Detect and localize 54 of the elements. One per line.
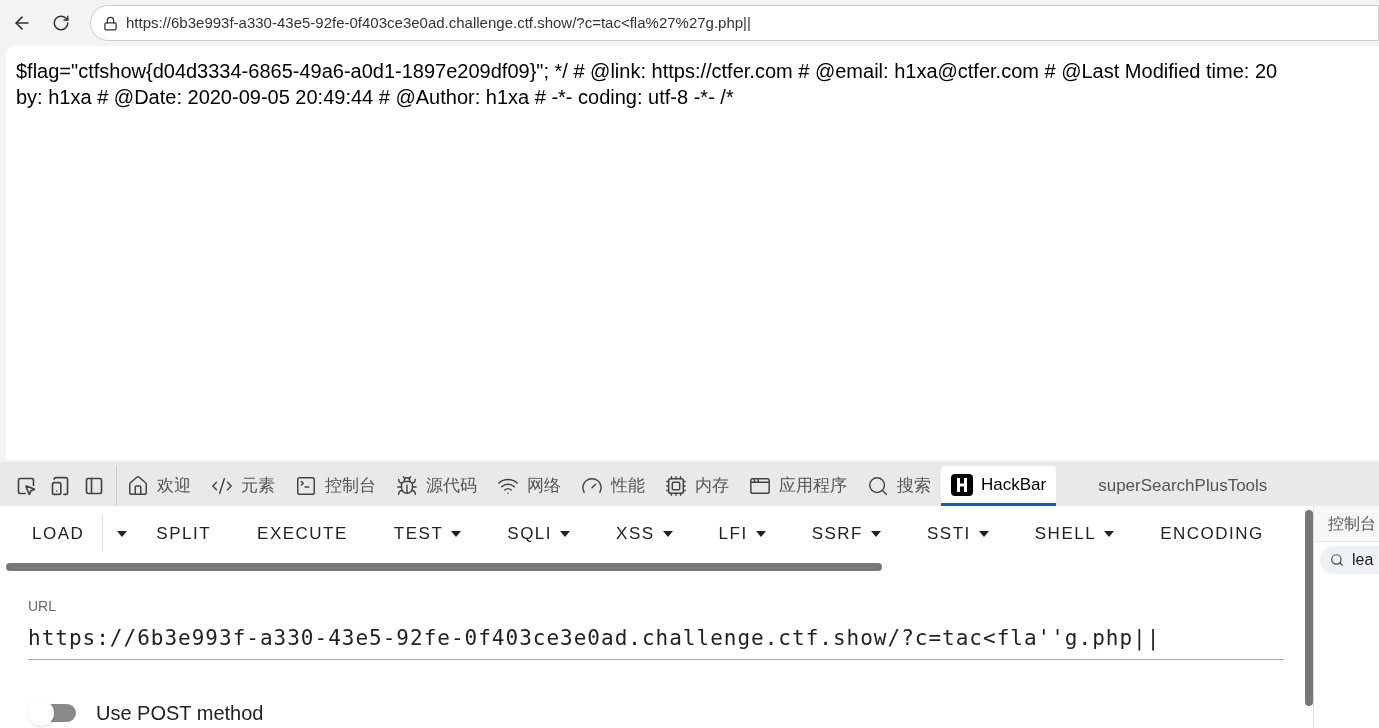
menu-button[interactable]: XSS	[593, 516, 696, 552]
caret-icon	[1104, 531, 1115, 537]
caret-icon	[560, 531, 571, 537]
device-icon[interactable]	[50, 476, 70, 496]
chip-icon	[665, 475, 687, 497]
caret-icon	[451, 531, 462, 537]
devtools-tab[interactable]: 搜索	[857, 466, 941, 506]
devtools-tab[interactable]: 控制台	[285, 466, 386, 506]
devtools-tab[interactable]: 网络	[487, 466, 571, 506]
panel-title: 控制台	[1314, 506, 1379, 542]
caret-icon	[117, 531, 128, 537]
panel-icon[interactable]	[84, 476, 104, 496]
hackbar-logo-icon	[951, 473, 973, 496]
menu-button[interactable]: SSRF	[788, 516, 904, 552]
devtools-tab[interactable]: 性能	[571, 466, 655, 506]
devtools-tab[interactable]: 欢迎	[117, 466, 201, 506]
filter-field[interactable]: lea	[1320, 546, 1379, 574]
url-field[interactable]: https://6b3e993f-a330-43e5-92fe-0f403ce3e0ad.challenge.ctf.show/?c=tac<fla''g.php||	[28, 623, 1284, 660]
window-icon	[749, 475, 771, 497]
menu-button[interactable]: ENCODING	[1137, 516, 1287, 552]
toggle-label: Use POST method	[96, 700, 264, 726]
devtools-tab[interactable]: 内存	[655, 466, 739, 506]
horizontal-scrollbar[interactable]	[6, 563, 882, 571]
page-text-line: $flag="ctfshow{d04d3334-6865-49a6-a0d1-1897e209df09}"; */ # @link: https://ctfer.com # @email: h1xa@ctfer.com # @Last Modified time: 20	[16, 59, 1278, 84]
search-icon	[867, 475, 889, 497]
caret-icon	[755, 531, 766, 537]
inspect-icon[interactable]	[16, 476, 36, 496]
menu-button[interactable]: LFI	[695, 516, 789, 552]
code-icon	[211, 475, 233, 497]
lock-icon	[103, 15, 118, 31]
devtools-tab[interactable]: superSearchPlusTools	[1056, 466, 1310, 506]
devtools-tab[interactable]: 源代码	[386, 466, 487, 506]
address-bar[interactable]: https://6b3e993f-a330-43e5-92fe-0f403ce3e0ad.challenge.ctf.show/?c=tac<fla%27%27g.php||	[90, 5, 1379, 41]
bug-icon	[396, 475, 418, 497]
caret-icon	[662, 531, 673, 537]
terminal-icon	[295, 475, 317, 497]
menu-button[interactable]: SSTI	[904, 516, 1012, 552]
menu-button[interactable]: SPLIT	[133, 516, 235, 552]
caret-icon	[871, 531, 881, 537]
menu-button[interactable]: TEST	[370, 516, 485, 552]
menu-button[interactable]: SQLI	[484, 516, 594, 552]
menu-button[interactable]: SHELL	[1011, 516, 1138, 552]
caret-icon	[978, 531, 989, 537]
load-button[interactable]: LOAD	[6, 516, 104, 552]
house-icon	[127, 475, 149, 497]
reload-icon[interactable]	[52, 14, 70, 32]
search-icon	[1330, 553, 1344, 567]
vertical-scrollbar[interactable]	[1305, 510, 1313, 706]
page-text-line: by: h1xa # @Date: 2020-09-05 20:49:44 # @Author: h1xa # -*- coding: utf-8 -*- /*	[16, 85, 734, 110]
devtools-tab[interactable]: 元素	[201, 466, 285, 506]
url-label: URL	[28, 597, 56, 616]
devtools-tab[interactable]: 应用程序	[739, 466, 857, 506]
menu-button[interactable]: EXECUTE	[234, 516, 371, 552]
devtools-tab[interactable]: HackBar	[941, 466, 1057, 506]
